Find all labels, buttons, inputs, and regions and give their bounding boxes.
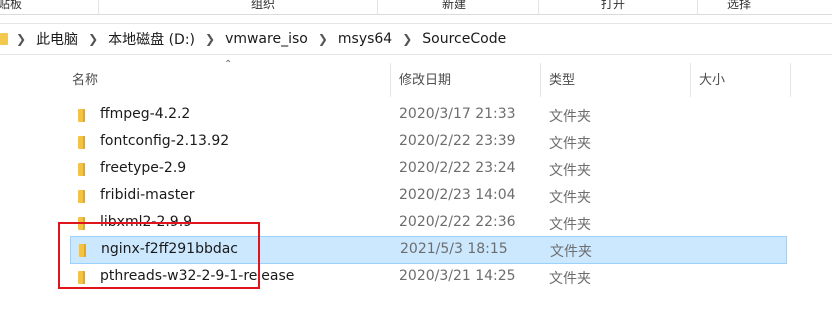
file-name: fontconfig-2.13.92	[100, 133, 230, 149]
breadcrumb: ❯ 此电脑 ❯ 本地磁盘 (D:) ❯ vmware_iso ❯ msys64 …	[0, 24, 506, 54]
chevron-right-icon[interactable]: ❯	[88, 32, 98, 46]
column-header-name[interactable]: 名称	[72, 69, 98, 88]
column-headers: ⌃ 名称 修改日期 类型 大小	[0, 57, 832, 97]
file-name: nginx-f2ff291bbdac	[101, 241, 238, 257]
file-row[interactable]: fribidi-master 2020/2/23 14:04 文件夹	[70, 184, 787, 209]
folder-icon	[0, 33, 8, 45]
file-name: libxml2-2.9.9	[100, 214, 193, 230]
file-row[interactable]: fontconfig-2.13.92 2020/2/22 23:39 文件夹	[70, 130, 787, 155]
column-divider[interactable]	[390, 63, 391, 97]
ribbon-labels: 贴板 组织 新建 打开 选择	[0, 0, 832, 15]
breadcrumb-item-msys64[interactable]: msys64	[338, 31, 392, 47]
folder-icon	[79, 244, 86, 257]
folder-icon	[78, 217, 85, 230]
column-divider[interactable]	[540, 63, 541, 97]
file-row[interactable]: pthreads-w32-2-9-1-release 2020/3/21 14:…	[70, 265, 787, 290]
ribbon-divider	[98, 0, 99, 14]
folder-icon	[78, 271, 85, 284]
file-date: 2020/2/22 22:36	[399, 214, 516, 230]
file-date: 2020/2/22 23:24	[399, 160, 516, 176]
ribbon-group-new: 新建	[442, 0, 467, 11]
column-header-size[interactable]: 大小	[699, 69, 725, 88]
breadcrumb-item-sourcecode[interactable]: SourceCode	[422, 31, 506, 47]
column-divider[interactable]	[690, 63, 691, 97]
breadcrumb-item-drive-d[interactable]: 本地磁盘 (D:)	[108, 29, 195, 49]
ribbon-group-open: 打开	[601, 0, 626, 11]
file-type: 文件夹	[550, 244, 592, 260]
ribbon-divider	[697, 0, 698, 14]
ribbon-group-select: 选择	[727, 0, 752, 11]
file-type: 文件夹	[549, 163, 591, 179]
folder-icon	[78, 190, 85, 203]
ribbon-group-organize: 组织	[251, 0, 276, 11]
file-type: 文件夹	[549, 271, 591, 287]
file-row-selected[interactable]: nginx-f2ff291bbdac 2021/5/3 18:15 文件夹	[70, 236, 787, 264]
folder-icon	[78, 109, 85, 122]
ribbon-divider	[377, 0, 378, 14]
file-date: 2020/2/23 14:04	[399, 187, 516, 203]
file-name: fribidi-master	[100, 187, 195, 203]
address-bar[interactable]: ❯ 此电脑 ❯ 本地磁盘 (D:) ❯ vmware_iso ❯ msys64 …	[0, 23, 832, 55]
file-name: ffmpeg-4.2.2	[100, 106, 191, 122]
folder-icon	[78, 163, 85, 176]
file-date: 2021/5/3 18:15	[400, 241, 508, 257]
column-divider[interactable]	[790, 63, 791, 97]
folder-icon	[78, 136, 85, 149]
file-row[interactable]: libxml2-2.9.9 2020/2/22 22:36 文件夹	[70, 211, 787, 236]
file-name: freetype-2.9	[100, 160, 187, 176]
file-date: 2020/3/21 14:25	[399, 268, 516, 284]
file-type: 文件夹	[549, 136, 591, 152]
chevron-right-icon[interactable]: ❯	[318, 32, 328, 46]
file-date: 2020/3/17 21:33	[399, 106, 516, 122]
file-date: 2020/2/22 23:39	[399, 133, 516, 149]
breadcrumb-item-vmware-iso[interactable]: vmware_iso	[225, 31, 308, 47]
chevron-right-icon[interactable]: ❯	[402, 32, 412, 46]
chevron-right-icon[interactable]: ❯	[205, 32, 215, 46]
file-type: 文件夹	[549, 217, 591, 233]
ribbon-group-clipboard: 贴板	[0, 0, 23, 11]
file-row[interactable]: freetype-2.9 2020/2/22 23:24 文件夹	[70, 157, 787, 182]
file-type: 文件夹	[549, 190, 591, 206]
ribbon-divider	[538, 0, 539, 14]
column-header-date-modified[interactable]: 修改日期	[399, 69, 451, 88]
chevron-right-icon[interactable]: ❯	[16, 32, 26, 46]
file-row[interactable]: ffmpeg-4.2.2 2020/3/17 21:33 文件夹	[70, 103, 787, 128]
file-type: 文件夹	[549, 109, 591, 125]
sort-ascending-icon: ⌃	[224, 59, 233, 70]
breadcrumb-item-this-pc[interactable]: 此电脑	[36, 29, 78, 49]
file-name: pthreads-w32-2-9-1-release	[100, 268, 295, 284]
column-header-type[interactable]: 类型	[549, 69, 575, 88]
